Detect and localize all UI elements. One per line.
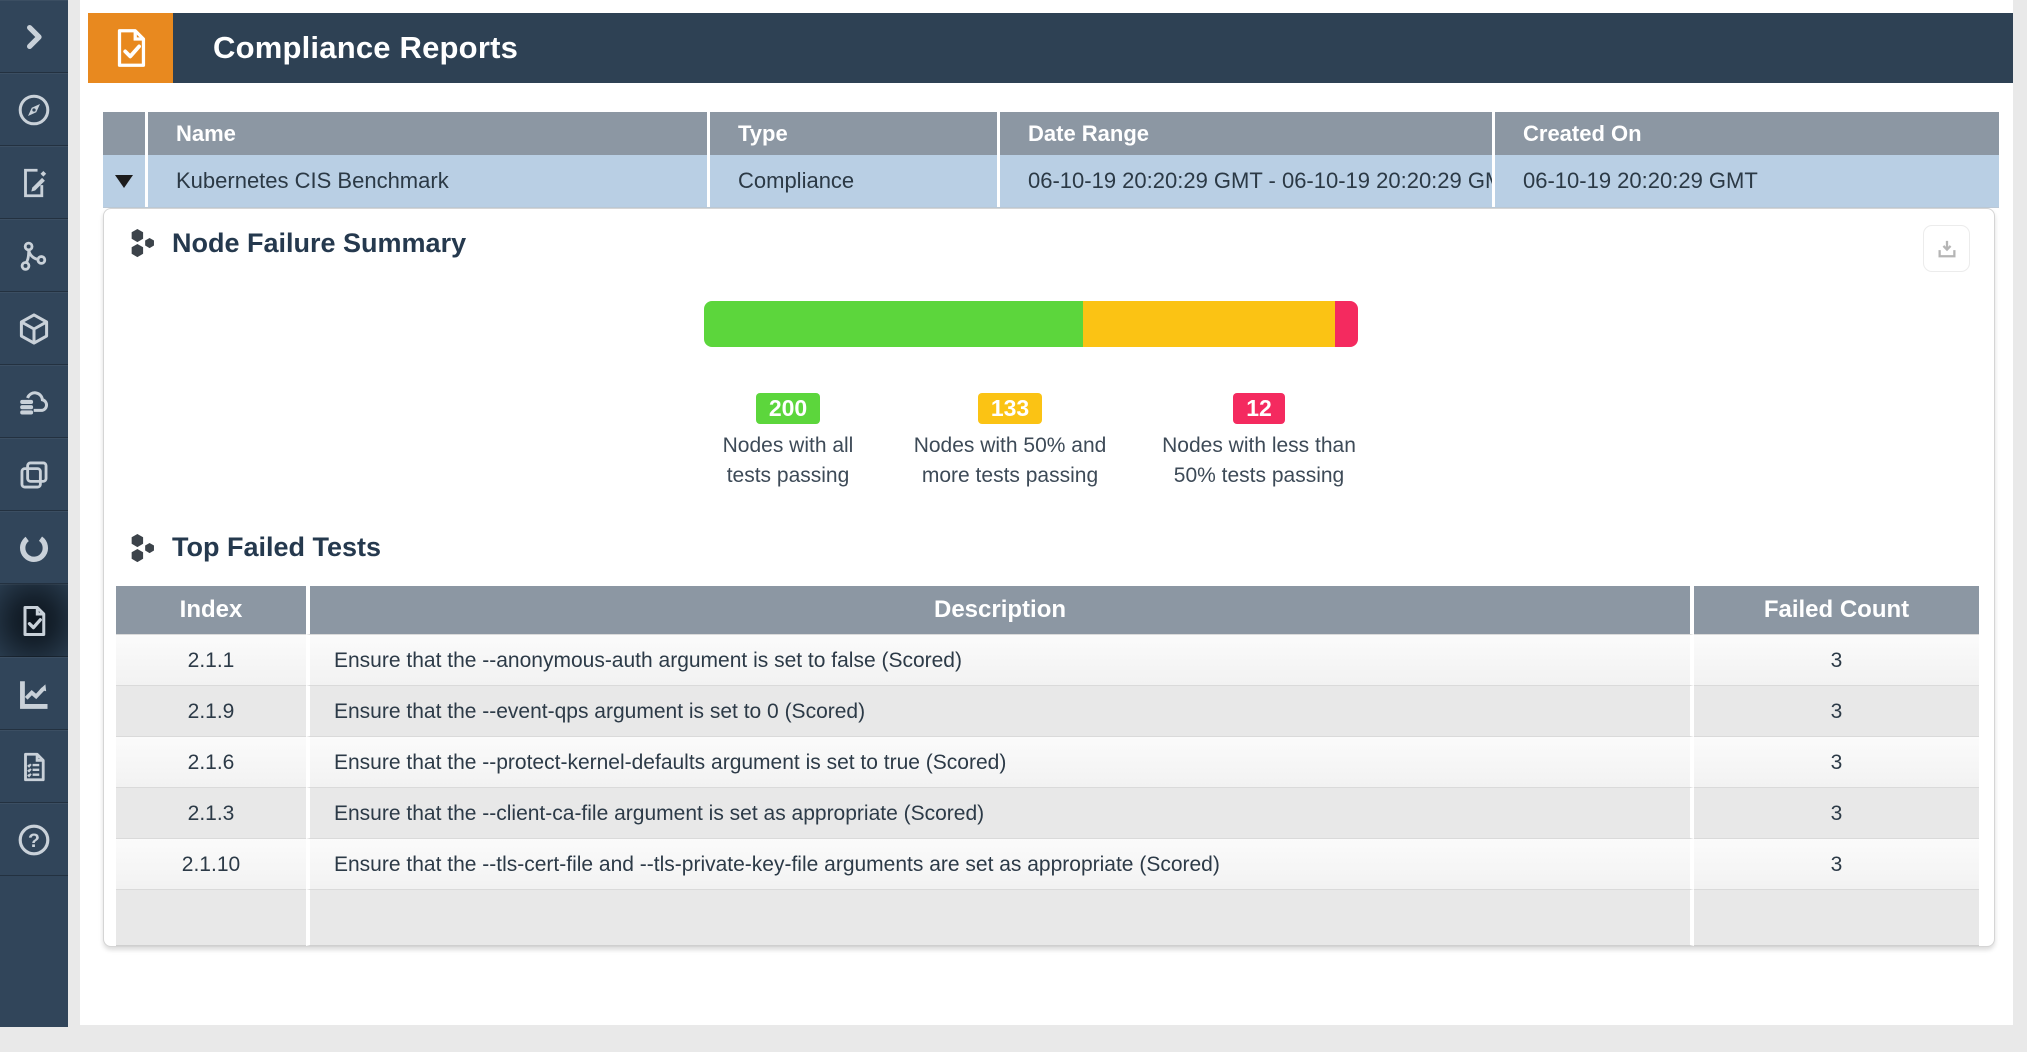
compass-icon [16,92,52,128]
column-header-index[interactable]: Index [116,586,306,634]
doc-check-icon [108,25,154,71]
test-failed-count: 3 [1694,838,1979,889]
test-index: 2.1.9 [116,685,306,736]
section-title: Top Failed Tests [172,532,381,563]
legend-value-badge: 12 [1233,393,1285,424]
top-failed-tests-header: Top Failed Tests [128,532,1994,564]
sidebar-item-explore[interactable] [0,73,68,146]
column-header-failed-count[interactable]: Failed Count [1694,586,1979,634]
report-type: Compliance [710,155,1000,207]
sidebar-item-help[interactable]: ? [0,803,68,876]
chevron-right-icon [19,22,49,52]
node-failure-summary-header: Node Failure Summary [128,227,1994,259]
test-description: Ensure that the --event-qps argument is … [306,685,1694,736]
hexagon-cluster-icon [128,532,158,564]
section-title: Node Failure Summary [172,228,466,259]
test-description: Ensure that the --protect-kernel-default… [306,736,1694,787]
cloud-database-icon [16,384,52,420]
sidebar-item-policies[interactable] [0,146,68,219]
test-description: Ensure that the --tls-cert-file and --tl… [306,838,1694,889]
report-detail-panel: Node Failure Summary 200 Nodes with all … [103,208,1995,947]
test-description: Ensure that the --client-ca-file argumen… [306,787,1694,838]
test-index: 2.1.3 [116,787,306,838]
table-row[interactable]: 2.1.10 Ensure that the --tls-cert-file a… [116,838,1979,889]
svg-text:?: ? [28,829,40,851]
legend-item-less-than-50: 12 Nodes with less than 50% tests passin… [1143,393,1375,492]
report-row[interactable]: Kubernetes CIS Benchmark Compliance 06-1… [103,155,1999,208]
sidebar-item-expand[interactable] [0,0,68,73]
bar-segment-all-passing [704,301,1083,347]
sidebar-item-reports[interactable] [0,730,68,803]
hexagon-cluster-icon [128,227,158,259]
test-failed-count: 3 [1694,736,1979,787]
legend-value-badge: 133 [978,393,1042,424]
table-row[interactable]: 2.1.3 Ensure that the --client-ca-file a… [116,787,1979,838]
reports-table: Name Type Date Range Created On Kubernet… [103,112,1999,208]
column-header-expander [103,112,148,155]
help-icon: ? [16,822,52,858]
report-date-range: 06-10-19 20:20:29 GMT - 06-10-19 20:20:2… [1000,155,1495,207]
chart-legend: 200 Nodes with all tests passing 133 Nod… [699,393,1994,492]
download-icon [1934,236,1960,262]
document-edit-icon [17,166,51,200]
sidebar-item-registry[interactable] [0,365,68,438]
test-failed-count: 3 [1694,634,1979,685]
legend-item-50-and-more: 133 Nodes with 50% and more tests passin… [887,393,1133,492]
test-failed-count: 3 [1694,787,1979,838]
test-index: 2.1.1 [116,634,306,685]
column-header-description[interactable]: Description [306,586,1694,634]
column-header-type[interactable]: Type [710,112,1000,155]
column-header-created-on[interactable]: Created On [1495,112,1999,155]
report-name: Kubernetes CIS Benchmark [148,155,710,207]
failed-tests-table-header: Index Description Failed Count [116,586,1979,634]
caret-down-icon[interactable] [115,175,133,188]
reports-table-header: Name Type Date Range Created On [103,112,1999,155]
table-row[interactable]: 2.1.9 Ensure that the --event-qps argume… [116,685,1979,736]
bar-segment-50-and-more [1083,301,1335,347]
test-index: 2.1.6 [116,736,306,787]
page-title: Compliance Reports [173,13,518,83]
sidebar-item-images[interactable] [0,438,68,511]
report-row-expander-cell [103,155,148,207]
table-row[interactable]: 2.1.1 Ensure that the --anonymous-auth a… [116,634,1979,685]
table-row-empty [116,889,1979,946]
doc-checklist-icon [17,750,51,784]
test-index: 2.1.10 [116,838,306,889]
sidebar: ? [0,0,68,1027]
node-failure-bar-chart [704,301,1358,347]
sidebar-item-metrics[interactable] [0,657,68,730]
test-failed-count: 3 [1694,685,1979,736]
cube-icon [16,311,52,347]
column-header-date-range[interactable]: Date Range [1000,112,1495,155]
legend-item-all-passing: 200 Nodes with all tests passing [699,393,877,492]
legend-label: Nodes with 50% and more tests passing [887,431,1133,492]
test-description: Ensure that the --anonymous-auth argumen… [306,634,1694,685]
sidebar-item-compliance[interactable] [0,584,68,657]
download-button[interactable] [1923,225,1970,272]
sidebar-item-runtime[interactable] [0,511,68,584]
legend-label: Nodes with all tests passing [699,431,877,492]
doc-check-icon [16,603,52,639]
sidebar-item-topology[interactable] [0,219,68,292]
legend-value-badge: 200 [756,393,820,424]
main-content: Compliance Reports Name Type Date Range … [80,0,2013,1025]
refresh-icon [17,531,51,565]
line-chart-icon [16,676,52,712]
report-created-on: 06-10-19 20:20:29 GMT [1495,155,1999,207]
header-accent-tile [88,13,173,83]
top-failed-tests-table: Index Description Failed Count 2.1.1 Ens… [116,586,1979,946]
app-header: Compliance Reports [88,13,2013,83]
layers-icon [17,458,51,492]
column-header-name[interactable]: Name [148,112,710,155]
sidebar-item-containers[interactable] [0,292,68,365]
topology-branch-icon [17,239,51,273]
table-row[interactable]: 2.1.6 Ensure that the --protect-kernel-d… [116,736,1979,787]
bar-segment-less-than-50 [1335,301,1358,347]
legend-label: Nodes with less than 50% tests passing [1143,431,1375,492]
